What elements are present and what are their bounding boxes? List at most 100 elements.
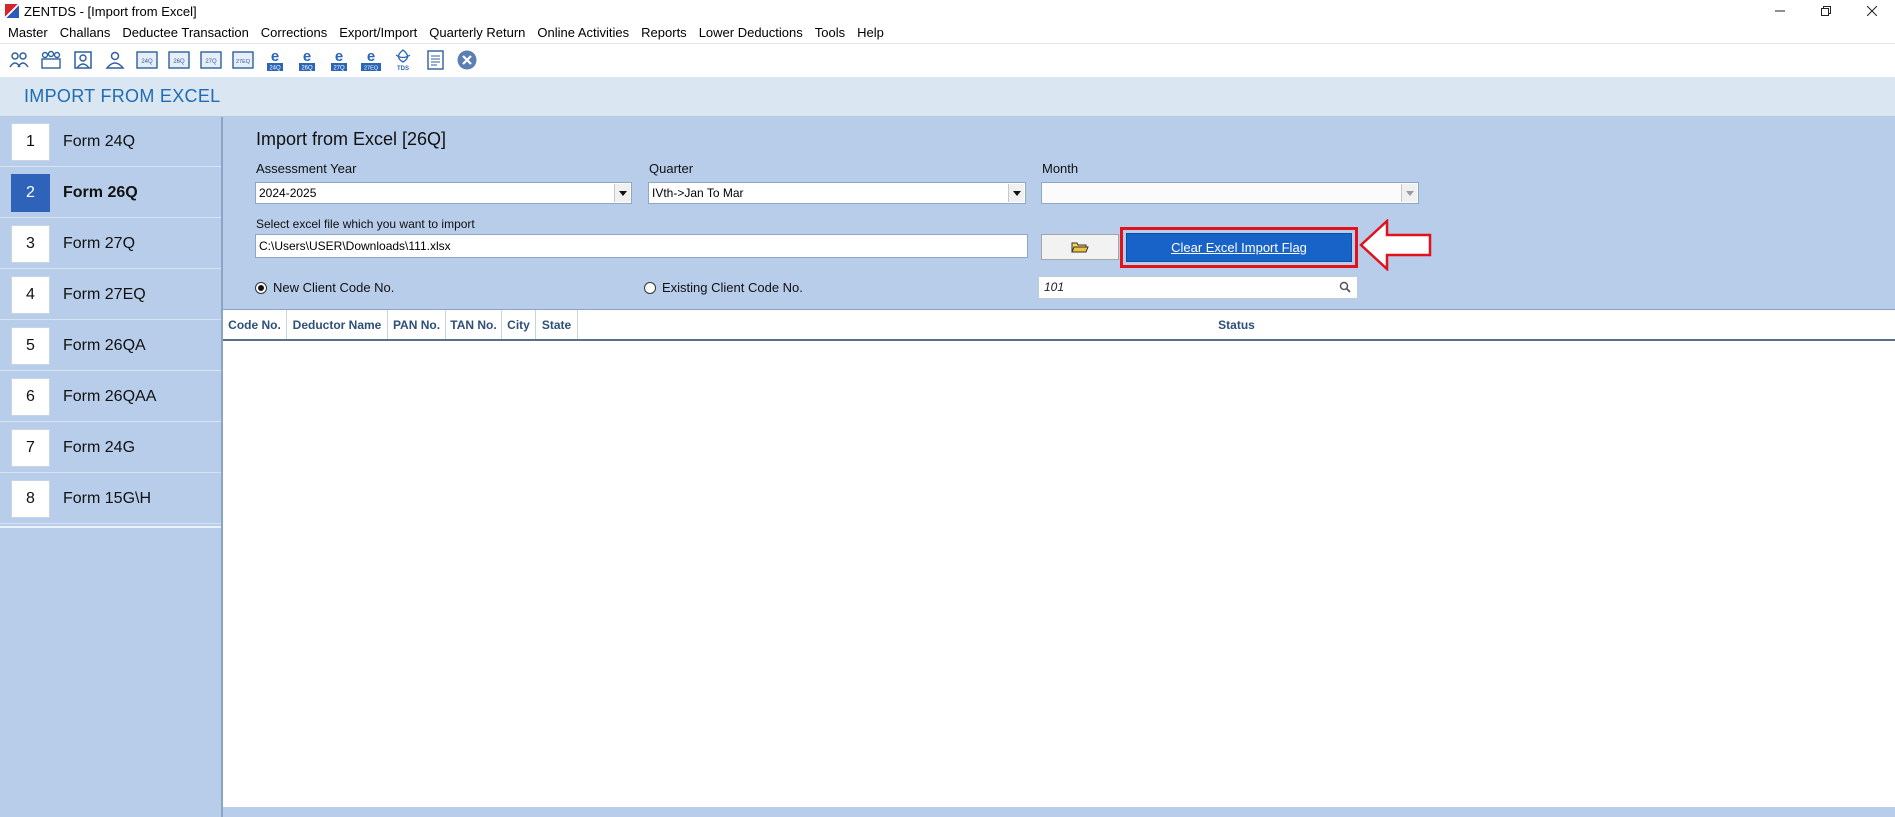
quarter-select[interactable]: IVth->Jan To Mar	[648, 182, 1026, 204]
column-header-status[interactable]: Status	[578, 310, 1895, 339]
report-icon[interactable]	[421, 47, 449, 73]
e-27q-icon[interactable]: e 27Q	[325, 47, 353, 73]
table-header: Code No. Deductor Name PAN No. TAN No. C…	[223, 310, 1895, 341]
sidebar-item-form-24g[interactable]: 7 Form 24G	[0, 423, 221, 473]
svg-text:TDS: TDS	[397, 66, 409, 72]
sidebar-item-form-26qa[interactable]: 5 Form 26QA	[0, 321, 221, 371]
form-26q-icon[interactable]: 26Q	[165, 47, 193, 73]
file-path-input[interactable]: C:\Users\USER\Downloads\111.xlsx	[255, 234, 1028, 258]
folder-open-icon	[1071, 242, 1089, 253]
sidebar-item-label: Form 15G\H	[63, 489, 152, 507]
column-header-code-no[interactable]: Code No.	[223, 310, 287, 339]
radio-selected-icon	[255, 281, 267, 294]
assessment-year-value: 2024-2025	[259, 186, 317, 200]
sidebar-item-number: 6	[11, 377, 50, 416]
menu-master[interactable]: Master	[2, 22, 54, 43]
sidebar-item-label: Form 27EQ	[63, 285, 146, 303]
sidebar-item-form-26qaa[interactable]: 6 Form 26QAA	[0, 372, 221, 422]
assessment-year-label: Assessment Year	[256, 161, 357, 176]
menu-tools[interactable]: Tools	[809, 22, 851, 43]
import-status-table: Code No. Deductor Name PAN No. TAN No. C…	[223, 309, 1895, 807]
svg-text:27EQ: 27EQ	[236, 59, 251, 65]
sidebar-item-label: Form 26QA	[63, 336, 146, 354]
sidebar-item-form-26q[interactable]: 2 Form 26Q	[0, 168, 221, 218]
users-icon[interactable]	[5, 47, 33, 73]
sidebar: 1 Form 24Q 2 Form 26Q 3 Form 27Q 4 Form …	[0, 117, 223, 817]
menu-export-import[interactable]: Export/Import	[333, 22, 423, 43]
svg-text:e: e	[271, 48, 279, 65]
chevron-down-icon[interactable]	[1008, 184, 1024, 202]
svg-text:24Q: 24Q	[141, 59, 153, 65]
sidebar-item-label: Form 26Q	[63, 183, 138, 201]
group-icon[interactable]	[37, 47, 65, 73]
file-select-label: Select excel file which you want to impo…	[256, 217, 475, 231]
month-select[interactable]	[1041, 182, 1419, 204]
menu-corrections[interactable]: Corrections	[255, 22, 333, 43]
form-27q-icon[interactable]: 27Q	[197, 47, 225, 73]
svg-text:e: e	[303, 48, 311, 65]
sidebar-item-number: 8	[11, 479, 50, 518]
form-title: Import from Excel [26Q]	[256, 129, 447, 149]
menu-reports[interactable]: Reports	[635, 22, 693, 43]
deductor-icon[interactable]	[69, 47, 97, 73]
window-title: ZENTDS - [Import from Excel]	[24, 3, 197, 19]
sidebar-item-label: Form 26QAA	[63, 387, 157, 405]
new-client-code-radio[interactable]: New Client Code No.	[255, 280, 394, 295]
svg-text:26Q: 26Q	[301, 66, 313, 72]
svg-text:e: e	[335, 48, 343, 65]
toolbar: 24Q 26Q 27Q 27EQ e 24Q e 26Q e 27Q e 27EQ TD…	[0, 43, 1895, 76]
search-icon[interactable]	[1339, 281, 1351, 293]
assessment-year-select[interactable]: 2024-2025	[255, 182, 632, 204]
e-26q-icon[interactable]: e 26Q	[293, 47, 321, 73]
column-header-tan-no[interactable]: TAN No.	[446, 310, 502, 339]
restore-icon[interactable]	[1803, 0, 1849, 22]
menu-bar: Master Challans Deductee Transaction Cor…	[0, 22, 1895, 43]
existing-client-code-label: Existing Client Code No.	[662, 280, 803, 295]
page-title: IMPORT FROM EXCEL	[24, 86, 221, 106]
form-24q-icon[interactable]: 24Q	[133, 47, 161, 73]
status-bar	[223, 807, 1895, 817]
column-header-deductor-name[interactable]: Deductor Name	[287, 310, 388, 339]
sidebar-item-number: 1	[11, 122, 50, 161]
sidebar-item-label: Form 24Q	[63, 132, 136, 150]
close-circle-icon[interactable]	[453, 47, 481, 73]
chevron-down-icon[interactable]	[614, 184, 630, 202]
sidebar-item-form-27eq[interactable]: 4 Form 27EQ	[0, 270, 221, 320]
svg-text:27EQ: 27EQ	[364, 66, 379, 72]
client-code-value: 101	[1044, 280, 1065, 294]
menu-quarterly-return[interactable]: Quarterly Return	[423, 22, 531, 43]
column-header-city[interactable]: City	[502, 310, 536, 339]
left-arrow-annotation-icon	[1359, 219, 1432, 271]
sidebar-item-number: 7	[11, 428, 50, 467]
person-icon[interactable]	[101, 47, 129, 73]
sidebar-item-form-24q[interactable]: 1 Form 24Q	[0, 117, 221, 167]
close-icon[interactable]	[1849, 0, 1895, 22]
client-code-search-input[interactable]: 101	[1038, 276, 1358, 299]
chevron-down-icon[interactable]	[1401, 184, 1417, 202]
svg-text:26Q: 26Q	[173, 59, 185, 65]
app-logo-icon	[5, 4, 19, 18]
e-27eq-icon[interactable]: e 27EQ	[357, 47, 385, 73]
menu-challans[interactable]: Challans	[54, 22, 117, 43]
e-24q-icon[interactable]: e 24Q	[261, 47, 289, 73]
sidebar-item-form-27q[interactable]: 3 Form 27Q	[0, 219, 221, 269]
menu-online-activities[interactable]: Online Activities	[531, 22, 635, 43]
browse-file-button[interactable]	[1041, 234, 1119, 260]
page-header: IMPORT FROM EXCEL	[0, 77, 1895, 117]
clear-excel-import-flag-button[interactable]: Clear Excel Import Flag	[1126, 233, 1352, 262]
minimize-icon[interactable]	[1757, 0, 1803, 22]
svg-text:27Q: 27Q	[333, 66, 345, 72]
column-header-pan-no[interactable]: PAN No.	[388, 310, 446, 339]
existing-client-code-radio[interactable]: Existing Client Code No.	[644, 280, 803, 295]
title-bar: ZENTDS - [Import from Excel]	[0, 0, 1895, 22]
new-client-code-label: New Client Code No.	[273, 280, 395, 295]
sidebar-item-form-15gh[interactable]: 8 Form 15G\H	[0, 474, 221, 524]
column-header-state[interactable]: State	[536, 310, 578, 339]
svg-text:27Q: 27Q	[205, 59, 217, 65]
form-27eq-icon[interactable]: 27EQ	[229, 47, 257, 73]
menu-help[interactable]: Help	[851, 22, 890, 43]
sidebar-item-label: Form 27Q	[63, 234, 136, 252]
menu-lower-deductions[interactable]: Lower Deductions	[693, 22, 809, 43]
menu-deductee-transaction[interactable]: Deductee Transaction	[116, 22, 254, 43]
tds-icon[interactable]: TDS	[389, 47, 417, 73]
